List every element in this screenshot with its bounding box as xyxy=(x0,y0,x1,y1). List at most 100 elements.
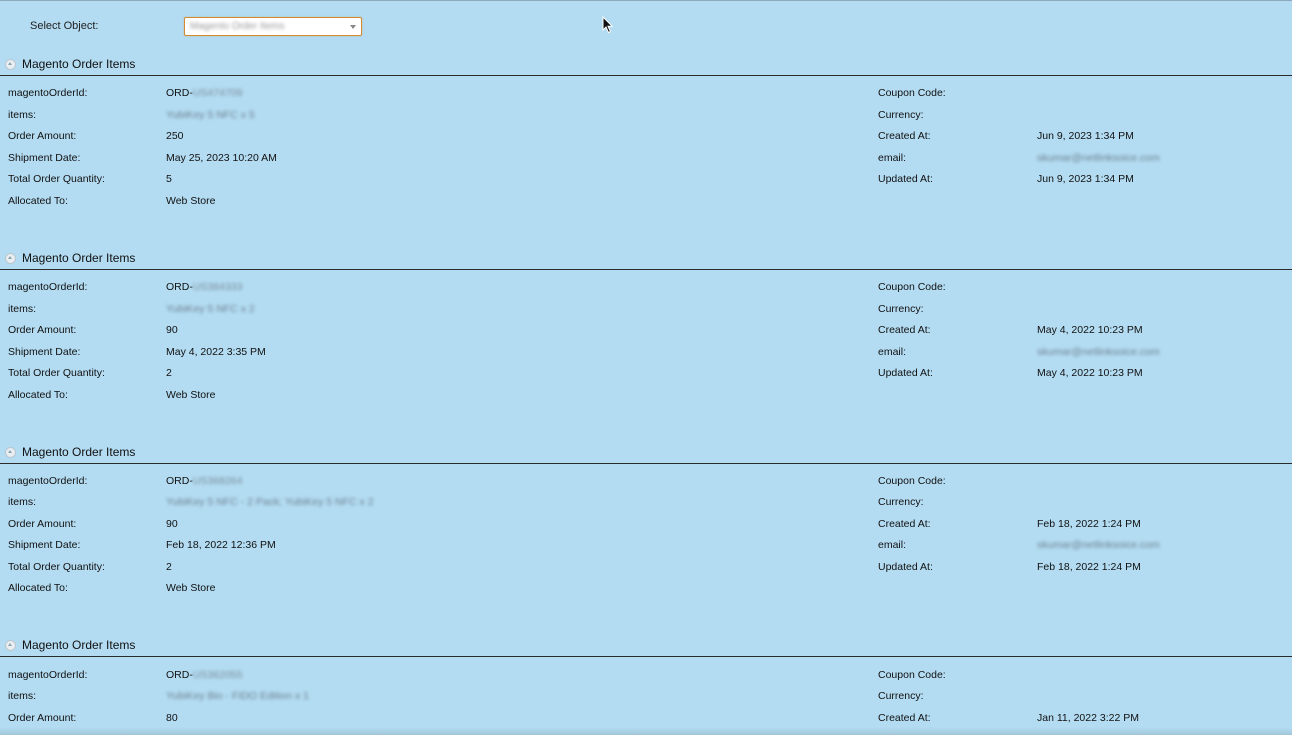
total-quantity-label: Total Order Quantity: xyxy=(8,367,105,379)
order-amount-value: 250 xyxy=(166,130,184,142)
order-item-section: Magento Order Items magentoOrderId: ORD-… xyxy=(0,56,1292,207)
updated-at-label: Updated At: xyxy=(878,561,933,573)
field-row: Shipment Date: May 4, 2022 3:35 PM email… xyxy=(0,346,1292,362)
shipment-date-value: May 4, 2022 3:35 PM xyxy=(166,346,266,358)
shipment-date-value: May 25, 2023 10:20 AM xyxy=(166,152,277,164)
field-row: Total Order Quantity: 2 Updated At: May … xyxy=(0,367,1292,383)
field-row: items: YubiKey 5 NFC x 5 Currency: xyxy=(0,109,1292,125)
section-title: Magento Order Items xyxy=(22,445,136,459)
field-row: Allocated To: Web Store xyxy=(0,582,1292,598)
email-label: email: xyxy=(878,346,907,358)
order-id-label: magentoOrderId: xyxy=(8,281,88,293)
updated-at-value: May 4, 2022 10:23 PM xyxy=(1037,367,1143,379)
email-label: email: xyxy=(878,152,907,164)
field-row: magentoOrderId: ORD-US384333 Coupon Code… xyxy=(0,281,1292,297)
shipment-date-label: Shipment Date: xyxy=(8,539,81,551)
order-id-label: magentoOrderId: xyxy=(8,669,88,681)
order-amount-value: 90 xyxy=(166,518,178,530)
section-header[interactable]: Magento Order Items xyxy=(0,250,1292,270)
currency-label: Currency: xyxy=(878,109,924,121)
updated-at-value: Feb 18, 2022 1:24 PM xyxy=(1037,561,1141,573)
collapse-arrow-icon[interactable] xyxy=(5,253,16,264)
section-header[interactable]: Magento Order Items xyxy=(0,56,1292,76)
items-value: YubiKey 5 NFC x 2 xyxy=(166,303,255,315)
order-amount-label: Order Amount: xyxy=(8,324,77,336)
total-quantity-value: 5 xyxy=(166,173,172,185)
field-row: Allocated To: Web Store xyxy=(0,389,1292,405)
section-title: Magento Order Items xyxy=(22,638,136,652)
order-id-value: ORD-US362055 xyxy=(166,669,243,681)
order-amount-label: Order Amount: xyxy=(8,130,77,142)
coupon-code-label: Coupon Code: xyxy=(878,281,946,293)
shipment-date-label: Shipment Date: xyxy=(8,346,81,358)
email-value: skumar@netlinksoice.com xyxy=(1037,152,1160,164)
updated-at-value: Jun 9, 2023 1:34 PM xyxy=(1037,173,1134,185)
object-select-value: Magento Order Items xyxy=(190,21,285,32)
total-quantity-label: Total Order Quantity: xyxy=(8,561,105,573)
order-amount-value: 80 xyxy=(166,712,178,724)
created-at-label: Created At: xyxy=(878,324,931,336)
field-row: Order Amount: 250 Created At: Jun 9, 202… xyxy=(0,130,1292,146)
email-label: email: xyxy=(878,539,907,551)
order-item-section: Magento Order Items magentoOrderId: ORD-… xyxy=(0,250,1292,401)
object-selector-bar: Select Object: Magento Order Items xyxy=(0,17,1292,41)
total-quantity-value: 2 xyxy=(166,561,172,573)
created-at-value: May 4, 2022 10:23 PM xyxy=(1037,324,1143,336)
shipment-date-label: Shipment Date: xyxy=(8,152,81,164)
collapse-arrow-icon[interactable] xyxy=(5,447,16,458)
allocated-to-label: Allocated To: xyxy=(8,195,68,207)
order-id-value: ORD-US368264 xyxy=(166,475,243,487)
total-quantity-value: 2 xyxy=(166,367,172,379)
created-at-label: Created At: xyxy=(878,518,931,530)
currency-label: Currency: xyxy=(878,303,924,315)
chevron-down-icon[interactable] xyxy=(350,25,356,29)
order-id-label: magentoOrderId: xyxy=(8,475,88,487)
created-at-value: Jun 9, 2023 1:34 PM xyxy=(1037,130,1134,142)
field-row: items: YubiKey 5 NFC - 2 Pack; YubiKey 5… xyxy=(0,496,1292,512)
currency-label: Currency: xyxy=(878,496,924,508)
coupon-code-label: Coupon Code: xyxy=(878,87,946,99)
field-row: Total Order Quantity: 5 Updated At: Jun … xyxy=(0,173,1292,189)
select-object-label: Select Object: xyxy=(30,20,99,32)
allocated-to-value: Web Store xyxy=(166,389,216,401)
items-label: items: xyxy=(8,109,37,121)
field-row: magentoOrderId: ORD-US368264 Coupon Code… xyxy=(0,475,1292,491)
items-label: items: xyxy=(8,303,37,315)
updated-at-label: Updated At: xyxy=(878,173,933,185)
field-row: Order Amount: 90 Created At: May 4, 2022… xyxy=(0,324,1292,340)
order-id-value: ORD-US384333 xyxy=(166,281,243,293)
section-title: Magento Order Items xyxy=(22,251,136,265)
coupon-code-label: Coupon Code: xyxy=(878,475,946,487)
order-amount-value: 90 xyxy=(166,324,178,336)
created-at-label: Created At: xyxy=(878,130,931,142)
total-quantity-label: Total Order Quantity: xyxy=(8,173,105,185)
collapse-arrow-icon[interactable] xyxy=(5,59,16,70)
object-select-dropdown[interactable]: Magento Order Items xyxy=(184,17,362,36)
allocated-to-value: Web Store xyxy=(166,195,216,207)
order-item-section: Magento Order Items magentoOrderId: ORD-… xyxy=(0,444,1292,594)
allocated-to-label: Allocated To: xyxy=(8,389,68,401)
shipment-date-value: Feb 18, 2022 12:36 PM xyxy=(166,539,276,551)
order-id-label: magentoOrderId: xyxy=(8,87,88,99)
items-value: YubiKey 5 NFC x 5 xyxy=(166,109,255,121)
updated-at-label: Updated At: xyxy=(878,367,933,379)
section-header[interactable]: Magento Order Items xyxy=(0,444,1292,464)
currency-label: Currency: xyxy=(878,690,924,702)
items-label: items: xyxy=(8,690,37,702)
created-at-value: Feb 18, 2022 1:24 PM xyxy=(1037,518,1141,530)
field-row: items: YubiKey Bio - FIDO Edition x 1 Cu… xyxy=(0,690,1292,706)
email-value: skumar@netlinksoice.com xyxy=(1037,539,1160,551)
created-at-value: Jan 11, 2022 3:22 PM xyxy=(1037,712,1139,724)
allocated-to-value: Web Store xyxy=(166,582,216,594)
items-label: items: xyxy=(8,496,37,508)
order-id-value: ORD-US474709 xyxy=(166,87,243,99)
items-value: YubiKey 5 NFC - 2 Pack; YubiKey 5 NFC x … xyxy=(166,496,374,508)
section-header[interactable]: Magento Order Items xyxy=(0,637,1292,657)
field-row: magentoOrderId: ORD-US474709 Coupon Code… xyxy=(0,87,1292,103)
field-row: magentoOrderId: ORD-US362055 Coupon Code… xyxy=(0,669,1292,685)
order-item-section: Magento Order Items magentoOrderId: ORD-… xyxy=(0,637,1292,724)
section-title: Magento Order Items xyxy=(22,57,136,71)
collapse-arrow-icon[interactable] xyxy=(5,640,16,651)
field-row: Order Amount: 90 Created At: Feb 18, 202… xyxy=(0,518,1292,534)
field-row: Shipment Date: Feb 18, 2022 12:36 PM ema… xyxy=(0,539,1292,555)
